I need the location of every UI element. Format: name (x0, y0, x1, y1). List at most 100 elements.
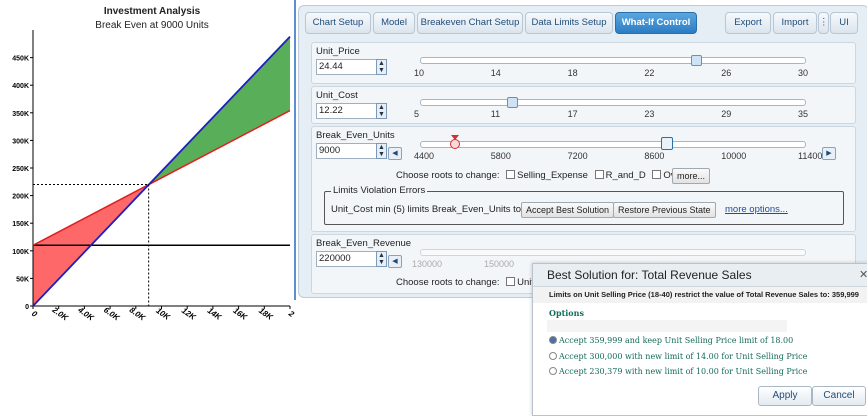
breakeven-units-prev-button[interactable]: ◀ (388, 147, 402, 160)
limits-fieldset: Limits Violation Errors Unit_Cost min (5… (324, 185, 844, 225)
unit-cost-input[interactable]: 12.22 (316, 103, 382, 119)
y-tick-label: 300K (12, 138, 29, 145)
roots-prompt: Choose roots to change: (396, 170, 500, 181)
y-tick-label: 100K (12, 249, 29, 256)
breakeven-units-row: Break_Even_Units 9000 ▲ ▼ ◀ ▶ Choose root… (311, 126, 856, 232)
unit-cost-spinner[interactable]: ▲ ▼ (376, 103, 387, 119)
more-menu-icon[interactable]: ⋮ (818, 12, 829, 34)
breakeven-revenue-prev-button[interactable]: ◀ (388, 255, 402, 268)
r-and-d-label: R_and_D (605, 170, 646, 181)
unit-price-input[interactable]: 24.44 (316, 59, 382, 75)
y-tick-label: 400K (12, 83, 29, 90)
x-tick-label: 8.0K (128, 305, 148, 323)
roots-chooser: Choose roots to change: Selling_Expense … (396, 170, 705, 181)
breakeven-units-marker[interactable] (449, 135, 460, 149)
breakeven-units-spinner[interactable]: ▲ ▼ (376, 143, 387, 159)
option-1-radio[interactable] (549, 336, 557, 344)
total-cost-line (32, 109, 291, 246)
dialog-option-3[interactable]: Accept 230,379 with new limit of 10.00 f… (549, 367, 807, 376)
unit-cost-slider-thumb[interactable] (507, 97, 519, 108)
unit-cost-tick: 17 (567, 109, 578, 119)
dialog-option-2[interactable]: Accept 300,000 with new limit of 14.00 f… (549, 352, 807, 361)
breakeven-units-slider[interactable] (420, 141, 806, 148)
unit-price-root-checkbox[interactable] (506, 277, 516, 286)
import-button[interactable]: Import (773, 12, 817, 34)
breakeven-units-tick: 10000 (721, 151, 747, 161)
overhead-checkbox[interactable] (652, 170, 662, 179)
unit-cost-tick: 11 (490, 109, 501, 119)
ui-button[interactable]: UI (830, 12, 858, 34)
breakeven-revenue-label: Break_Even_Revenue (316, 238, 412, 249)
best-solution-dialog: Best Solution for: Total Revenue Sales ✕… (532, 263, 867, 416)
y-tick-label: 50K (16, 276, 29, 283)
unit-price-spinner[interactable]: ▲ ▼ (376, 59, 387, 75)
x-tick-label: 2 (286, 308, 296, 319)
revenue-roots-prompt: Choose roots to change: (396, 277, 500, 288)
tab-data-limits-setup[interactable]: Data Limits Setup (525, 12, 613, 34)
x-tick-label: 16K (231, 306, 249, 322)
tab-bar: Chart Setup Model Breakeven Chart Setup … (305, 12, 862, 34)
unit-cost-label: Unit_Cost (316, 90, 358, 101)
unit-price-tick: 22 (644, 68, 655, 78)
unit-cost-tick: 23 (644, 109, 655, 119)
breakeven-units-tick: 11400 (798, 151, 823, 161)
tab-model[interactable]: Model (373, 12, 415, 34)
x-tick-label: 6.0K (102, 305, 122, 323)
y-tick-label: 0 (25, 304, 29, 311)
r-and-d-checkbox[interactable] (594, 170, 604, 179)
unit-price-slider-thumb[interactable] (691, 55, 703, 66)
unit-cost-row: Unit_Cost 12.22 ▲ ▼ 5 11 17 23 29 35 (311, 86, 856, 124)
breakeven-units-tick: 4400 (414, 151, 435, 161)
dialog-option-1[interactable]: Accept 359,999 and keep Unit Selling Pri… (549, 336, 793, 345)
x-tick-label: 10K (154, 306, 172, 322)
roots-more-button[interactable]: more... (672, 168, 711, 184)
x-tick-label: 18K (257, 306, 275, 322)
tab-chart-setup[interactable]: Chart Setup (305, 12, 371, 34)
panel-divider (294, 0, 296, 300)
unit-price-tick: 30 (798, 68, 809, 78)
x-tick-label: 0 (30, 309, 39, 319)
accept-best-solution-button[interactable]: Accept Best Solution (521, 202, 615, 218)
breakeven-chart: Investment Analysis Break Even at 9000 U… (0, 0, 296, 414)
dialog-limits-bar: Limits on Unit Selling Price (18-40) res… (533, 287, 867, 303)
breakeven-revenue-spinner[interactable]: ▲ ▼ (376, 251, 387, 267)
more-options-link[interactable]: more options... (725, 204, 788, 215)
x-tick-label: 12K (180, 306, 198, 322)
breakeven-revenue-input[interactable]: 220000 (316, 251, 382, 267)
unit-price-label: Unit_Price (316, 46, 360, 57)
revenue-tick-0: 130000 (412, 259, 443, 269)
close-icon[interactable]: ✕ (859, 268, 867, 281)
unit-cost-tick: 29 (721, 109, 732, 119)
y-tick-label: 350K (12, 111, 29, 118)
dialog-title: Best Solution for: Total Revenue Sales (547, 268, 752, 282)
x-tick-label: 14K (206, 306, 224, 322)
whatif-panel: Chart Setup Model Breakeven Chart Setup … (298, 5, 867, 298)
option-2-radio[interactable] (549, 352, 557, 360)
x-tick-label: 4.0K (76, 305, 97, 323)
apply-button[interactable]: Apply (758, 386, 812, 406)
export-button[interactable]: Export (725, 12, 771, 34)
breakeven-revenue-slider[interactable] (420, 249, 806, 256)
dialog-options-label: Options (549, 308, 584, 318)
dialog-header: Best Solution for: Total Revenue Sales ✕ (533, 264, 867, 287)
unit-price-tick: 18 (567, 68, 578, 78)
y-tick-label: 450K (12, 56, 29, 63)
tab-breakeven-chart-setup[interactable]: Breakeven Chart Setup (417, 12, 523, 34)
breakeven-units-tick: 7200 (567, 151, 588, 161)
breakeven-units-slider-thumb[interactable] (660, 137, 673, 150)
restore-previous-state-button[interactable]: Restore Previous State (613, 202, 716, 218)
unit-price-tick: 26 (721, 68, 732, 78)
dialog-limits-text: Limits on Unit Selling Price (18-40) res… (549, 290, 859, 299)
unit-cost-slider[interactable] (420, 99, 806, 106)
unit-price-slider[interactable] (420, 57, 806, 64)
unit-cost-tick: 35 (798, 109, 809, 119)
option-2-label: Accept 300,000 with new limit of 14.00 f… (559, 352, 808, 361)
breakeven-units-next-button[interactable]: ▶ (822, 147, 836, 160)
selling-expense-label: Selling_Expense (517, 170, 588, 181)
option-3-radio[interactable] (549, 367, 557, 375)
option-1-label: Accept 359,999 and keep Unit Selling Pri… (559, 336, 794, 345)
tab-whatif-control[interactable]: What-If Control (615, 12, 697, 34)
cancel-button[interactable]: Cancel (812, 386, 866, 406)
breakeven-units-input[interactable]: 9000 (316, 143, 382, 159)
selling-expense-checkbox[interactable] (506, 170, 516, 179)
